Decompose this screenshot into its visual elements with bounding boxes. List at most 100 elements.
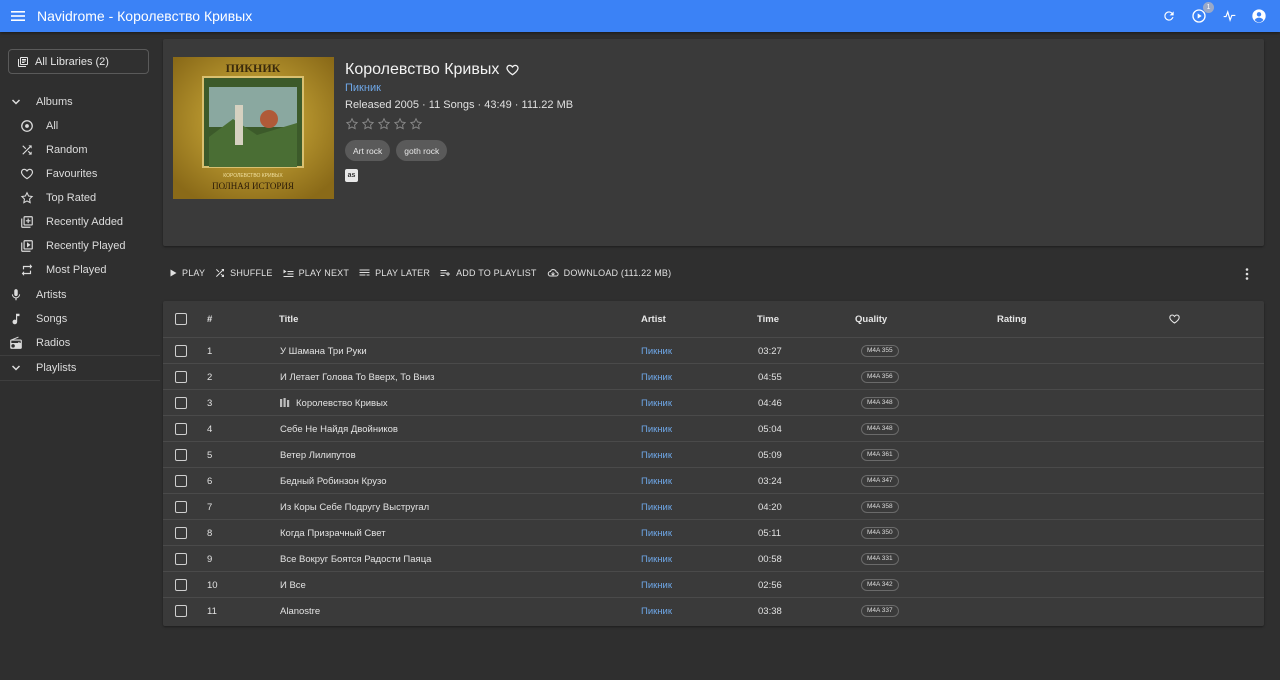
play-button[interactable]: PLAY xyxy=(168,268,205,278)
star-icon[interactable] xyxy=(361,117,375,133)
sidebar-item-recently-played[interactable]: Recently Played xyxy=(0,234,160,258)
star-icon[interactable] xyxy=(393,117,407,133)
sidebar-item-random[interactable]: Random xyxy=(0,138,160,162)
column-header-rating[interactable]: Rating xyxy=(997,314,1027,325)
table-row[interactable]: 11 Alanostre Пикник 03:38 M4A 337 xyxy=(163,598,1264,624)
activity-badge: 1 xyxy=(1203,2,1214,13)
sidebar-item-recently-added[interactable]: Recently Added xyxy=(0,210,160,234)
table-row[interactable]: 8 Когда Призрачный Свет Пикник 05:11 M4A… xyxy=(163,520,1264,546)
genre-chip[interactable]: goth rock xyxy=(396,140,448,161)
table-row[interactable]: 4 Себе Не Найдя Двойников Пикник 05:04 M… xyxy=(163,416,1264,442)
track-artist-link[interactable]: Пикник xyxy=(641,606,672,617)
sidebar-item-label: Playlists xyxy=(36,362,77,374)
table-row[interactable]: 5 Ветер Лилипутов Пикник 05:09 M4A 361 xyxy=(163,442,1264,468)
more-options-icon[interactable] xyxy=(1240,266,1254,282)
heart-icon[interactable] xyxy=(1168,313,1181,325)
sidebar-item-label: Random xyxy=(46,144,88,156)
column-header-time[interactable]: Time xyxy=(757,314,779,325)
play-later-button[interactable]: PLAY LATER xyxy=(358,267,430,279)
sidebar-item-label: Artists xyxy=(36,289,67,301)
track-title: Alanostre xyxy=(280,606,321,617)
table-row[interactable]: 9 Все Вокруг Боятся Радости Паяца Пикник… xyxy=(163,546,1264,572)
star-icon[interactable] xyxy=(345,117,359,133)
activity-button[interactable]: 1 xyxy=(1190,2,1214,25)
heart-icon[interactable] xyxy=(505,63,520,77)
row-checkbox[interactable] xyxy=(175,475,187,487)
column-header-artist[interactable]: Artist xyxy=(641,314,666,325)
library-selector[interactable]: All Libraries (2) xyxy=(8,49,149,74)
table-row[interactable]: 2 И Летает Голова То Вверх, То Вниз Пикн… xyxy=(163,364,1264,390)
table-row[interactable]: 10 И Все Пикник 02:56 M4A 342 xyxy=(163,572,1264,598)
column-header-number[interactable]: # xyxy=(207,314,212,325)
table-row[interactable]: 3 Королевство Кривых Пикник 04:46 M4A 34… xyxy=(163,390,1264,416)
menu-icon[interactable] xyxy=(0,0,36,32)
quality-badge: M4A 348 xyxy=(861,397,899,409)
row-checkbox[interactable] xyxy=(175,605,187,617)
row-checkbox[interactable] xyxy=(175,527,187,539)
album-rating xyxy=(345,117,573,133)
play-next-button[interactable]: PLAY NEXT xyxy=(282,267,350,279)
sidebar-item-artists[interactable]: Artists xyxy=(0,283,160,307)
row-checkbox[interactable] xyxy=(175,501,187,513)
star-icon[interactable] xyxy=(409,117,423,133)
track-artist-link[interactable]: Пикник xyxy=(641,424,672,435)
album-artist-link[interactable]: Пикник xyxy=(345,82,573,96)
album-icon xyxy=(19,119,35,133)
column-header-title[interactable]: Title xyxy=(279,314,298,325)
sidebar-item-playlists[interactable]: Playlists xyxy=(0,356,160,380)
track-time: 04:55 xyxy=(758,372,782,383)
row-checkbox[interactable] xyxy=(175,345,187,357)
track-time: 04:20 xyxy=(758,502,782,513)
quality-badge: M4A 358 xyxy=(861,501,899,513)
row-checkbox[interactable] xyxy=(175,371,187,383)
track-title: Королевство Кривых xyxy=(296,398,388,409)
table-row[interactable]: 6 Бедный Робинзон Крузо Пикник 03:24 M4A… xyxy=(163,468,1264,494)
track-artist-link[interactable]: Пикник xyxy=(641,502,672,513)
sidebar-item-favourites[interactable]: Favourites xyxy=(0,162,160,186)
track-title: Бедный Робинзон Крузо xyxy=(280,476,387,487)
track-number: 6 xyxy=(207,476,213,487)
track-artist-link[interactable]: Пикник xyxy=(641,476,672,487)
track-number: 7 xyxy=(207,502,213,513)
select-all-checkbox[interactable] xyxy=(175,313,187,325)
sidebar-item-label: Recently Added xyxy=(46,216,124,228)
table-row[interactable]: 1 У Шамана Три Руки Пикник 03:27 M4A 355 xyxy=(163,338,1264,364)
star-icon[interactable] xyxy=(377,117,391,133)
shuffle-button[interactable]: SHUFFLE xyxy=(214,267,272,279)
sidebar-item-most-played[interactable]: Most Played xyxy=(0,258,160,282)
lastfm-icon[interactable]: as xyxy=(345,169,358,182)
sidebar-item-albums[interactable]: Albums xyxy=(0,90,160,114)
track-artist-link[interactable]: Пикник xyxy=(641,372,672,383)
track-title: Все Вокруг Боятся Радости Паяца xyxy=(280,554,432,565)
play-next-button-label: PLAY NEXT xyxy=(298,268,350,278)
track-artist-link[interactable]: Пикник xyxy=(641,554,672,565)
track-artist-link[interactable]: Пикник xyxy=(641,450,672,461)
track-artist-link[interactable]: Пикник xyxy=(641,580,672,591)
column-header-quality[interactable]: Quality xyxy=(855,314,887,325)
row-checkbox[interactable] xyxy=(175,553,187,565)
download-button[interactable]: DOWNLOAD (111.22 MB) xyxy=(546,267,672,279)
table-row[interactable]: 7 Из Коры Себе Подругу Выстругал Пикник … xyxy=(163,494,1264,520)
play-later-button-label: PLAY LATER xyxy=(375,268,431,278)
account-icon[interactable] xyxy=(1250,7,1268,25)
track-time: 03:38 xyxy=(758,606,782,617)
sidebar-item-top-rated[interactable]: Top Rated xyxy=(0,186,160,210)
row-checkbox[interactable] xyxy=(175,423,187,435)
track-artist-link[interactable]: Пикник xyxy=(641,528,672,539)
row-checkbox[interactable] xyxy=(175,449,187,461)
track-artist-link[interactable]: Пикник xyxy=(641,346,672,357)
sidebar-item-radios[interactable]: Radios xyxy=(0,331,160,355)
library-selector-label: All Libraries (2) xyxy=(35,55,109,68)
pulse-icon[interactable] xyxy=(1220,7,1238,25)
album-cover[interactable]: ПИКНИК КОРОЛЕВСТВО КРИВЫХ ПОЛНАЯ ИСТОРИЯ xyxy=(173,57,334,199)
track-number: 8 xyxy=(207,528,213,539)
add-to-playlist-button[interactable]: ADD TO PLAYLIST xyxy=(439,267,537,279)
sidebar-item-all[interactable]: All xyxy=(0,114,160,138)
genre-chip[interactable]: Art rock xyxy=(345,140,391,161)
row-checkbox[interactable] xyxy=(175,579,187,591)
now-playing-icon xyxy=(280,398,290,407)
row-checkbox[interactable] xyxy=(175,397,187,409)
track-artist-link[interactable]: Пикник xyxy=(641,398,672,409)
sidebar-item-songs[interactable]: Songs xyxy=(0,307,160,331)
refresh-icon[interactable] xyxy=(1160,7,1178,25)
